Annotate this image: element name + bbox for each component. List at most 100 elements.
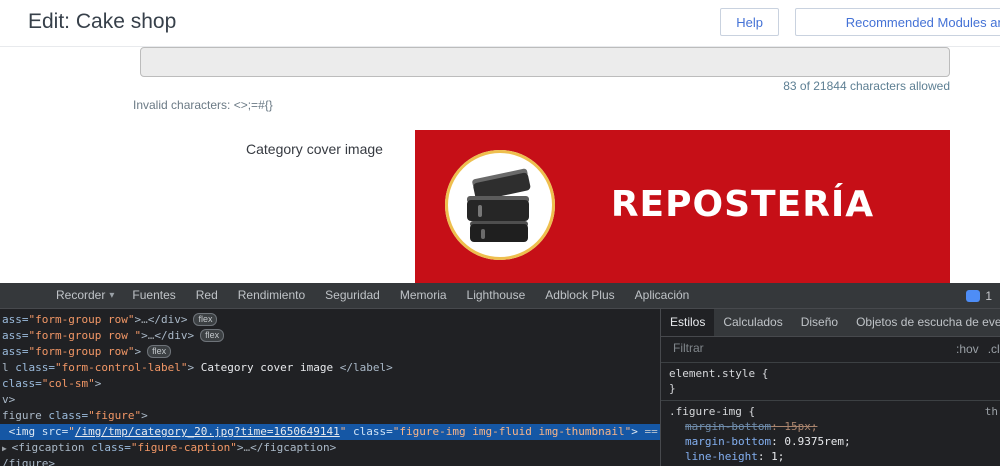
css-property-overridden[interactable]: margin-bottom: 15px; <box>661 419 1000 434</box>
tab-event-listeners[interactable]: Objetos de escucha de eventos <box>847 309 1000 336</box>
code-segment: "figure-img img-fluid img-thumbnail" <box>392 425 632 438</box>
code-segment: "figure-caption" <box>130 441 237 454</box>
issues-counter[interactable]: 1 <box>966 283 992 308</box>
stylesheet-source-link[interactable]: th <box>985 404 998 419</box>
code-segment: > <box>141 409 148 422</box>
devtools-tab-fuentes[interactable]: Fuentes <box>122 283 185 308</box>
class-toggle[interactable]: .cls <box>988 342 1000 356</box>
code-segment: "form-group row" <box>28 313 135 326</box>
code-segment: line-height <box>685 450 758 463</box>
css-property[interactable]: margin-bottom: 0.9375rem; <box>661 434 1000 449</box>
elements-dom-tree: ass="form-group row">…</div> flex ass="fo… <box>0 309 660 466</box>
issues-bubble-icon[interactable] <box>966 289 981 302</box>
element-style-rule: element.style { } <box>661 363 1000 401</box>
help-button[interactable]: Help <box>720 8 779 36</box>
recommended-modules-button[interactable]: Recommended Modules and S <box>795 8 1000 36</box>
devtools-panel: Recorder ▾ Fuentes Red Rendimiento Segur… <box>0 283 1000 466</box>
code-segment: l <box>2 361 16 374</box>
img-src-link[interactable]: /img/tmp/category_20.jpg?time=1650649141 <box>75 425 340 438</box>
code-segment: : 1; <box>757 450 785 463</box>
code-segment: == $0 <box>644 425 658 438</box>
expand-arrow-icon[interactable]: ▶ <box>2 444 12 453</box>
code-segment: class= <box>2 377 42 390</box>
devtools-toolbar: Recorder ▾ Fuentes Red Rendimiento Segur… <box>0 283 1000 309</box>
devtools-tab-lighthouse[interactable]: Lighthouse <box>457 283 536 308</box>
dom-tree-node[interactable]: ▶ <figcaption class="figure-caption">…</… <box>0 440 660 456</box>
screen: Edit: Cake shop Help Recommended Modules… <box>0 0 1000 466</box>
code-segment: "form-group row" <box>28 345 135 358</box>
code-segment: : 0.9375rem; <box>771 435 851 448</box>
code-segment: "form-group row " <box>28 329 142 342</box>
cake-pans-illustration <box>467 168 531 242</box>
character-counter: 83 of 21844 characters allowed <box>783 79 950 93</box>
code-segment: Category cover image <box>194 361 340 374</box>
dom-tree-node[interactable]: ass="form-group row">…</div> flex <box>0 312 660 328</box>
flex-badge[interactable]: flex <box>200 329 225 342</box>
code-segment: "col-sm" <box>41 377 95 390</box>
dom-tree-node[interactable]: /figure> <box>0 456 660 466</box>
code-segment: v> <box>2 393 16 406</box>
css-property[interactable]: line-height: 1; <box>661 449 1000 464</box>
code-segment: > <box>141 329 148 342</box>
dom-tree-node[interactable]: ass="form-group row"> flex <box>0 344 660 360</box>
tab-estilos[interactable]: Estilos <box>661 309 715 336</box>
description-textarea[interactable] <box>140 47 950 77</box>
code-segment: class= <box>48 409 89 422</box>
code-segment: ass= <box>2 313 29 326</box>
dom-tree-node-selected[interactable]: <img src="/img/tmp/category_20.jpg?time=… <box>0 424 660 440</box>
devtools-tab-seguridad[interactable]: Seguridad <box>315 283 390 308</box>
category-cover-image: REPOSTERÍA <box>415 130 950 283</box>
css-selector[interactable]: element.style { <box>661 366 1000 381</box>
css-selector[interactable]: .figure-img { <box>669 404 755 419</box>
styles-sidebar: Estilos Calculados Diseño Objetos de esc… <box>660 309 1000 466</box>
code-segment: "figure" <box>88 409 142 422</box>
styles-filter-input[interactable] <box>671 340 875 356</box>
code-segment: <figcaption <box>11 441 92 454</box>
code-segment: > <box>631 425 638 438</box>
code-segment: > <box>94 377 102 390</box>
tab-calculados[interactable]: Calculados <box>714 309 791 336</box>
code-segment: </label> <box>339 361 393 374</box>
code-segment: " <box>68 425 75 438</box>
devtools-tab-adblock-plus[interactable]: Adblock Plus <box>535 283 624 308</box>
code-segment: /figure> <box>2 457 55 466</box>
banner-title: REPOSTERÍA <box>610 184 875 225</box>
page-title: Edit: Cake shop <box>28 10 177 33</box>
dom-tree-node[interactable]: l class="form-control-label"> Category c… <box>0 360 660 376</box>
code-segment: figure <box>2 409 49 422</box>
code-segment: </div> <box>147 313 188 326</box>
tab-diseno[interactable]: Diseño <box>792 309 847 336</box>
invalid-characters-note: Invalid characters: <>;=#{} <box>133 98 273 112</box>
code-segment: class= <box>15 361 55 374</box>
styles-filter-bar: :hov .cls <box>661 337 1000 363</box>
code-segment: src= <box>41 425 69 438</box>
chevron-down-icon[interactable]: ▾ <box>109 283 122 308</box>
code-segment: <img <box>2 425 42 438</box>
code-segment: : 15px; <box>771 420 818 433</box>
devtools-tab-rendimiento[interactable]: Rendimiento <box>228 283 315 308</box>
flex-badge[interactable]: flex <box>147 345 172 358</box>
code-segment: ass= <box>2 329 29 342</box>
issues-count: 1 <box>985 288 992 303</box>
css-close-brace: } <box>669 382 676 395</box>
figure-img-rule: .figure-img { th margin-bottom: 15px; ma… <box>661 401 1000 466</box>
devtools-body: ass="form-group row">…</div> flex ass="fo… <box>0 309 1000 466</box>
code-segment: > <box>134 345 142 358</box>
styles-toggles: :hov .cls <box>956 342 1000 356</box>
dom-tree-node[interactable]: class="col-sm"> <box>0 376 660 392</box>
code-segment: </div> <box>154 329 195 342</box>
dom-tree-node[interactable]: v> <box>0 392 660 408</box>
code-segment: class= <box>353 425 393 438</box>
devtools-tab-recorder[interactable]: Recorder <box>46 283 115 308</box>
flex-badge[interactable]: flex <box>193 313 218 326</box>
category-edit-form: 83 of 21844 characters allowed Invalid c… <box>0 46 1000 283</box>
styles-sidebar-tabs: Estilos Calculados Diseño Objetos de esc… <box>661 309 1000 337</box>
code-segment: "form-control-label" <box>55 361 188 374</box>
code-segment: … <box>141 313 148 326</box>
dom-tree-node[interactable]: figure class="figure"> <box>0 408 660 424</box>
devtools-tab-aplicacion[interactable]: Aplicación <box>625 283 700 308</box>
pseudo-state-toggle[interactable]: :hov <box>956 342 979 356</box>
devtools-tab-memoria[interactable]: Memoria <box>390 283 457 308</box>
dom-tree-node[interactable]: ass="form-group row ">…</div> flex <box>0 328 660 344</box>
devtools-tab-red[interactable]: Red <box>186 283 228 308</box>
